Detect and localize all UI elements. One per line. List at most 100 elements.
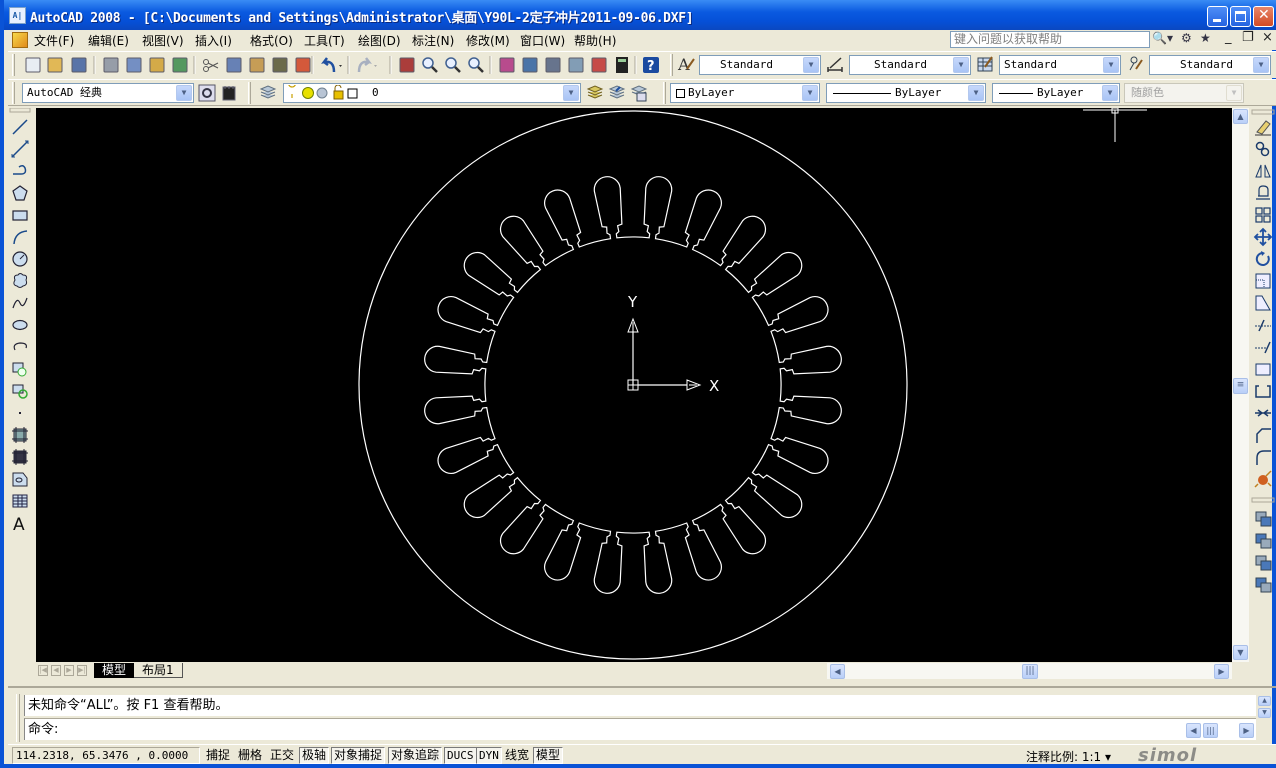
menu-draw[interactable]: 绘图(D) <box>358 32 401 49</box>
make-object-layer-current-icon[interactable] <box>586 84 604 102</box>
toggle-polar[interactable]: 极轴 <box>299 747 330 764</box>
chevron-down-icon[interactable]: ▼ <box>1253 57 1269 73</box>
circle-icon[interactable] <box>12 251 28 267</box>
toolbar-grip[interactable] <box>12 54 15 76</box>
bring-to-front-icon[interactable] <box>1255 511 1272 527</box>
revision-cloud-icon[interactable] <box>13 273 28 288</box>
scroll-left-button[interactable]: ◀ <box>830 664 845 679</box>
bring-above-icon[interactable] <box>1255 555 1272 571</box>
communication-center-icon[interactable]: ⚙ <box>1181 31 1192 48</box>
stretch-icon[interactable] <box>1255 295 1271 311</box>
menu-dimension[interactable]: 标注(N) <box>412 32 454 49</box>
break-at-point-icon[interactable] <box>1255 363 1271 376</box>
cmd-scroll-down-button[interactable]: ▼ <box>1258 708 1271 718</box>
dim-style-icon[interactable] <box>826 55 844 73</box>
scale-icon[interactable] <box>1255 273 1271 289</box>
coordinate-readout[interactable]: 114.2318, 65.3476 , 0.0000 <box>12 747 200 764</box>
chevron-down-icon[interactable]: ▾ <box>1105 750 1111 764</box>
hatch-icon[interactable] <box>12 427 28 443</box>
fillet-icon[interactable] <box>1256 450 1271 465</box>
trim-icon[interactable] <box>1255 319 1271 332</box>
scroll-up-button[interactable]: ▲ <box>1233 109 1248 124</box>
ellipse-icon[interactable] <box>12 319 28 331</box>
rotate-icon[interactable] <box>1255 251 1270 266</box>
multileader-style-icon[interactable] <box>1126 55 1144 73</box>
toggle-ortho[interactable]: 正交 <box>267 747 297 764</box>
3d-dwf-icon[interactable] <box>172 57 188 73</box>
undo-icon[interactable] <box>321 57 342 73</box>
toggle-grid[interactable]: 栅格 <box>235 747 265 764</box>
move-icon[interactable] <box>1253 227 1273 247</box>
close-button[interactable]: ✕ <box>1253 6 1274 27</box>
cut-icon[interactable] <box>203 59 219 72</box>
help-search-input[interactable]: 键入问题以获取帮助 <box>950 31 1150 48</box>
copy-icon[interactable] <box>1255 141 1270 157</box>
search-help-icon[interactable]: 🔍▾ <box>1152 31 1173 48</box>
cmd-scroll-right-button[interactable]: ▶ <box>1239 723 1254 738</box>
workspace-combo[interactable]: AutoCAD 经典 ▼ <box>22 83 194 103</box>
toggle-lineweight[interactable]: 线宽 <box>502 747 532 764</box>
command-line-input[interactable]: 命令: <box>24 718 1256 740</box>
mirror-icon[interactable] <box>1255 164 1271 178</box>
layer-previous-icon[interactable] <box>608 84 626 102</box>
minimize-button[interactable] <box>1207 6 1228 27</box>
polyline-icon[interactable] <box>13 164 27 175</box>
redo-icon[interactable] <box>357 57 377 73</box>
color-combo[interactable]: ByLayer ▼ <box>670 83 820 103</box>
layer-combo[interactable]: 0 ▼ <box>283 83 581 103</box>
erase-icon[interactable] <box>1255 120 1271 136</box>
menu-tools[interactable]: 工具(T) <box>304 32 345 49</box>
toggle-model-space[interactable]: 模型 <box>533 747 564 764</box>
linetype-combo[interactable]: ByLayer ▼ <box>826 83 986 103</box>
zoom-realtime-icon[interactable] <box>422 57 438 73</box>
table-icon[interactable] <box>12 494 28 508</box>
match-properties-icon[interactable] <box>272 57 288 73</box>
save-icon[interactable] <box>71 57 87 73</box>
offset-icon[interactable] <box>1256 185 1270 200</box>
chevron-down-icon[interactable]: ▼ <box>968 85 984 101</box>
chevron-down-icon[interactable]: ▼ <box>803 57 819 73</box>
tab-model[interactable]: 模型 <box>94 663 135 678</box>
chevron-down-icon[interactable]: ▼ <box>176 85 192 101</box>
copy-icon[interactable] <box>226 57 242 73</box>
cmd-h-scroll-thumb[interactable]: ||| <box>1203 723 1218 738</box>
favorites-star-icon[interactable]: ★ <box>1200 31 1211 48</box>
text-style-combo[interactable]: Standard ▼ <box>699 55 821 75</box>
my-workspace-icon[interactable] <box>220 84 238 102</box>
send-to-back-icon[interactable] <box>1255 533 1272 549</box>
cmd-scroll-left-button[interactable]: ◀ <box>1186 723 1201 738</box>
markup-icon[interactable] <box>591 57 607 73</box>
join-icon[interactable] <box>1255 409 1271 417</box>
dim-style-combo[interactable]: Standard ▼ <box>849 55 971 75</box>
help-icon[interactable]: ? <box>643 57 659 74</box>
prev-tab-button[interactable]: ◀ <box>51 665 61 676</box>
line-icon[interactable] <box>12 119 28 135</box>
maximize-button[interactable] <box>1230 6 1251 27</box>
next-tab-button[interactable]: ▶ <box>64 665 74 676</box>
annotation-scale[interactable]: 注释比例: 1:1 ▾ <box>1026 748 1111 765</box>
toggle-snap[interactable]: 捕捉 <box>203 747 233 764</box>
chevron-down-icon[interactable]: ▼ <box>1103 57 1119 73</box>
doc-minimize-button[interactable]: _ <box>1225 30 1232 45</box>
multiline-text-icon[interactable]: A <box>13 515 25 535</box>
sheet-set-icon[interactable] <box>568 57 584 73</box>
autocad-app-icon[interactable]: A| <box>9 7 26 24</box>
doc-restore-button[interactable]: ❐ <box>1242 30 1254 45</box>
break-icon[interactable] <box>1255 385 1271 398</box>
chevron-down-icon[interactable]: ▼ <box>1102 85 1118 101</box>
menu-help[interactable]: 帮助(H) <box>574 32 616 49</box>
gradient-icon[interactable] <box>12 449 28 465</box>
menu-modify[interactable]: 修改(M) <box>466 32 510 49</box>
h-scroll-thumb[interactable]: ||| <box>1022 664 1038 679</box>
command-window-grip[interactable] <box>16 694 20 742</box>
toggle-ducs[interactable]: DUCS <box>444 747 477 764</box>
make-block-icon[interactable] <box>12 384 28 399</box>
menu-window[interactable]: 窗口(W) <box>520 32 565 49</box>
zoom-window-icon[interactable] <box>445 57 461 73</box>
quickcalc-icon[interactable] <box>616 57 628 73</box>
region-icon[interactable] <box>12 472 28 487</box>
chevron-down-icon[interactable]: ▼ <box>953 57 969 73</box>
toggle-dyn[interactable]: DYN <box>476 747 502 764</box>
explode-icon[interactable] <box>1254 470 1272 488</box>
polygon-icon[interactable] <box>12 185 28 201</box>
